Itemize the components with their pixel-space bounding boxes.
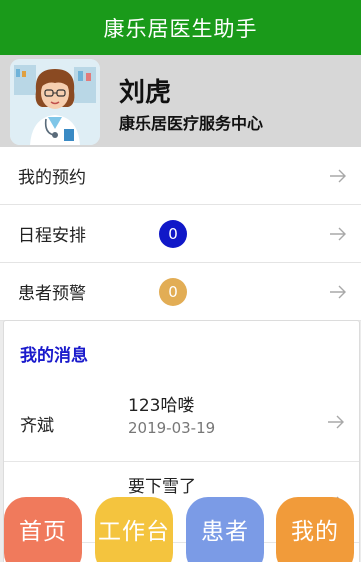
bottom-tab-bar: 首页 工作台 患者 我的 (0, 497, 361, 562)
tab-workbench[interactable]: 工作台 (95, 497, 173, 562)
doctor-avatar[interactable] (10, 59, 100, 145)
profile-header[interactable]: 刘虎 康乐居医疗服务中心 (0, 55, 361, 147)
message-date: 2019-03-19 (128, 419, 216, 437)
tab-mine[interactable]: 我的 (276, 497, 354, 562)
schedule-count-badge: 0 (159, 219, 187, 248)
tab-home[interactable]: 首页 (4, 497, 82, 562)
menu-item-patient-alerts[interactable]: 患者预警 0 (0, 263, 361, 321)
menu-list: 我的预约 日程安排 0 患者预警 0 (0, 147, 361, 321)
doctor-name: 刘虎 (119, 78, 172, 108)
message-item[interactable]: 齐斌 123哈喽 2019-03-19 (4, 381, 359, 462)
menu-item-schedule[interactable]: 日程安排 0 (0, 205, 361, 263)
message-text: 123哈喽 (128, 396, 195, 416)
message-sender: 齐斌 (20, 416, 54, 436)
message-text: 要下雪了 (128, 477, 196, 497)
tab-patients[interactable]: 患者 (186, 497, 264, 562)
messages-title: 我的消息 (20, 346, 88, 366)
app-title: 康乐居医生助手 (103, 16, 258, 41)
arrow-right-icon (330, 227, 346, 240)
alert-count-badge: 0 (159, 277, 187, 306)
menu-item-appointments[interactable]: 我的预约 (0, 147, 361, 205)
menu-item-label: 日程安排 (18, 226, 86, 246)
title-bar: 康乐居医生助手 (0, 0, 361, 55)
arrow-right-icon (330, 285, 346, 298)
app-screen: 康乐居医生助手 刘虎 康乐居医疗服务中心 我的预约 日程安排 0 患者预警 0 … (0, 0, 361, 562)
arrow-right-icon (328, 415, 344, 429)
menu-item-label: 患者预警 (18, 284, 86, 304)
arrow-right-icon (330, 169, 346, 182)
doctor-organization: 康乐居医疗服务中心 (119, 114, 264, 133)
menu-item-label: 我的预约 (18, 168, 86, 188)
